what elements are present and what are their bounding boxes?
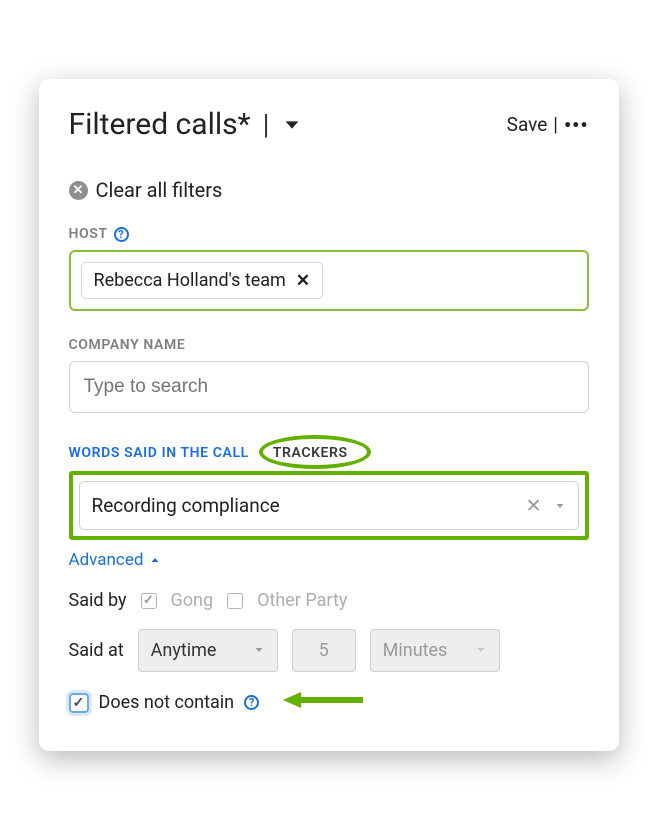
host-label-text: HOST bbox=[69, 226, 108, 242]
said-by-label: Said by bbox=[69, 590, 127, 611]
does-not-contain-label: Does not contain bbox=[99, 692, 235, 713]
said-at-unit-caret-icon bbox=[475, 640, 487, 661]
more-menu-button[interactable]: ••• bbox=[564, 115, 589, 135]
host-label: HOST ? bbox=[69, 226, 589, 242]
said-at-when-value: Anytime bbox=[151, 640, 217, 661]
said-at-when-select[interactable]: Anytime bbox=[138, 629, 278, 672]
tab-trackers[interactable]: TRACKERS bbox=[273, 445, 348, 461]
tracker-controls: ✕ bbox=[526, 494, 566, 517]
company-label: COMPANY NAME bbox=[69, 337, 589, 353]
title-dropdown-button[interactable] bbox=[281, 114, 303, 136]
said-at-row: Said at Anytime 5 Minutes bbox=[69, 629, 589, 672]
annotation-arrow-icon bbox=[283, 690, 363, 715]
host-chip: Rebecca Holland's team ✕ bbox=[81, 262, 324, 299]
does-not-contain-checkbox[interactable] bbox=[69, 693, 89, 713]
tracker-value: Recording compliance bbox=[92, 494, 280, 517]
chevron-down-icon bbox=[281, 114, 303, 136]
page-title: Filtered calls* bbox=[69, 107, 251, 142]
clear-filters-button[interactable]: ✕ Clear all filters bbox=[69, 178, 589, 202]
filter-tabs: WORDS SAID IN THE CALL TRACKERS bbox=[69, 443, 589, 463]
said-at-number-input[interactable]: 5 bbox=[292, 629, 356, 672]
filter-panel: Filtered calls* | Save | ••• ✕ Clear all… bbox=[39, 79, 619, 751]
said-at-number-value: 5 bbox=[319, 640, 329, 661]
tracker-highlight-box-annotation: Recording compliance ✕ bbox=[69, 471, 589, 540]
tracker-caret-icon[interactable] bbox=[554, 494, 566, 517]
host-input[interactable]: Rebecca Holland's team ✕ bbox=[69, 250, 589, 311]
host-chip-remove-icon[interactable]: ✕ bbox=[296, 271, 310, 291]
said-by-gong-checkbox[interactable] bbox=[141, 593, 157, 609]
host-help-icon[interactable]: ? bbox=[114, 227, 129, 242]
said-by-gong-label: Gong bbox=[171, 590, 214, 611]
said-by-row: Said by Gong Other Party bbox=[69, 590, 589, 611]
title-separator: | bbox=[263, 108, 270, 141]
close-circle-icon: ✕ bbox=[69, 181, 88, 200]
said-by-other-checkbox[interactable] bbox=[227, 593, 243, 609]
does-not-contain-row: Does not contain ? bbox=[69, 690, 589, 715]
said-at-unit-select[interactable]: Minutes bbox=[370, 629, 500, 672]
save-separator: | bbox=[553, 113, 558, 136]
panel-header: Filtered calls* | Save | ••• bbox=[69, 107, 589, 142]
company-search-input[interactable] bbox=[69, 361, 589, 413]
header-right: Save | ••• bbox=[507, 113, 589, 136]
header-left: Filtered calls* | bbox=[69, 107, 304, 142]
save-button[interactable]: Save bbox=[507, 113, 548, 136]
clear-filters-label: Clear all filters bbox=[96, 178, 223, 202]
tab-trackers-wrap: TRACKERS bbox=[271, 443, 350, 463]
host-chip-label: Rebecca Holland's team bbox=[94, 270, 286, 291]
does-not-contain-help-icon[interactable]: ? bbox=[244, 695, 259, 710]
company-label-text: COMPANY NAME bbox=[69, 337, 186, 353]
said-by-other-label: Other Party bbox=[257, 590, 347, 611]
tracker-select[interactable]: Recording compliance ✕ bbox=[79, 481, 579, 530]
advanced-label: Advanced bbox=[69, 550, 144, 570]
tracker-clear-icon[interactable]: ✕ bbox=[526, 494, 542, 517]
said-at-when-caret-icon bbox=[253, 640, 265, 661]
said-at-unit-value: Minutes bbox=[383, 640, 448, 661]
chevron-up-icon bbox=[149, 554, 161, 566]
tab-words-said[interactable]: WORDS SAID IN THE CALL bbox=[69, 445, 249, 461]
advanced-toggle[interactable]: Advanced bbox=[69, 550, 589, 570]
said-at-label: Said at bbox=[69, 640, 124, 661]
caret-down-icon bbox=[554, 500, 566, 512]
